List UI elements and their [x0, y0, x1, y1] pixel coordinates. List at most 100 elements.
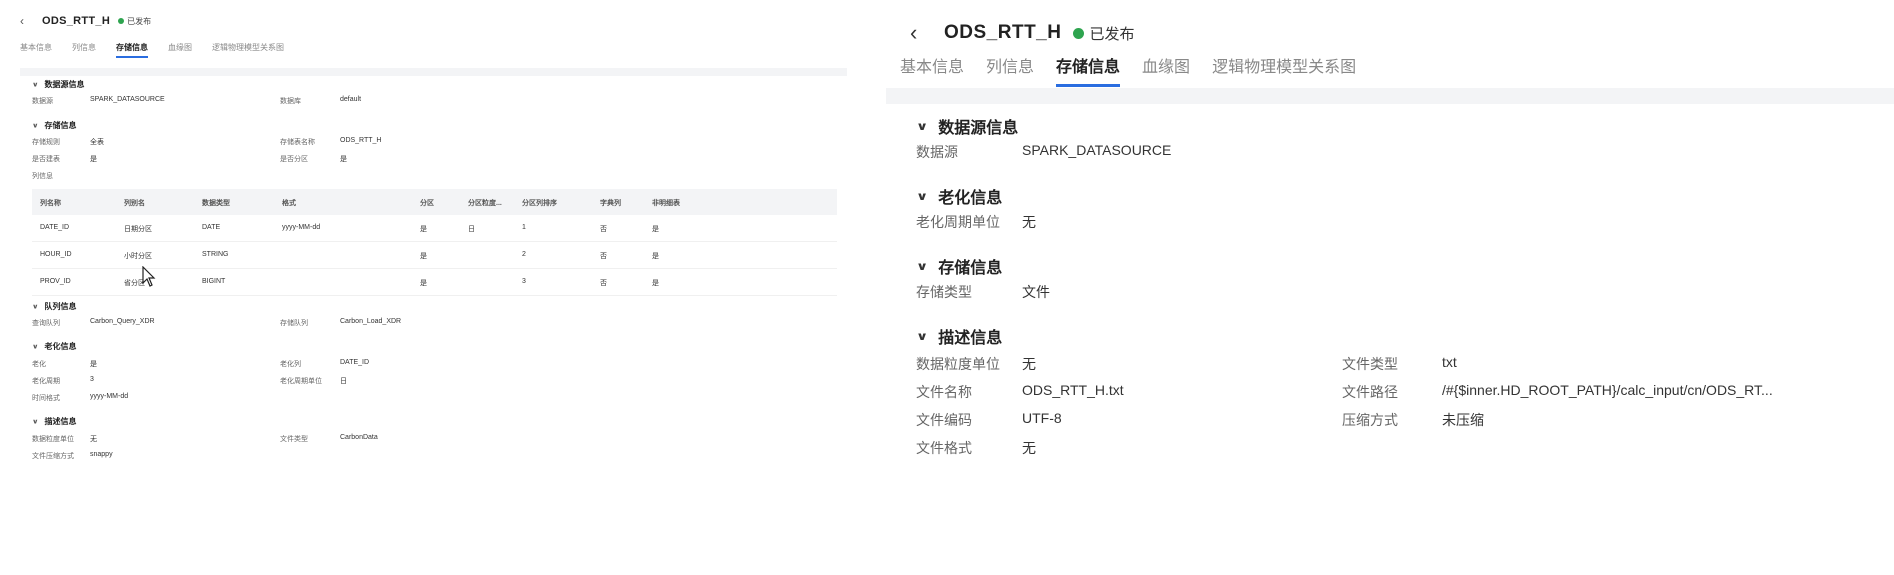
status-badge: 已发布	[127, 16, 152, 26]
file-path-value: /#{$inner.HD_ROOT_PATH}/calc_input/cn/OD…	[1442, 382, 1773, 398]
section-toggle-description[interactable]: ∨ 描述信息	[32, 416, 77, 427]
table-row[interactable]: DATE_ID 日期分区 DATE yyyy-MM-dd 是 日 1 否 是	[32, 215, 837, 242]
section-toggle-datasource[interactable]: ∨ 数据源信息	[916, 114, 1018, 138]
table-cell: 是	[652, 280, 659, 287]
section-toggle-storage[interactable]: ∨ 存储信息	[32, 120, 77, 131]
page-header: ‹ ODS_RTT_H 已发布	[20, 14, 151, 28]
tab-lineage[interactable]: 血缘图	[1142, 53, 1190, 77]
tab-storage-info[interactable]: 存储信息	[116, 42, 148, 58]
back-chevron-icon[interactable]: ‹	[20, 14, 34, 28]
chevron-down-icon: ∨	[916, 330, 929, 343]
page-header: ‹ ODS_RTT_H 已发布	[910, 20, 1134, 46]
field-label: 文件压缩方式	[32, 453, 74, 460]
section-toggle-description[interactable]: ∨ 描述信息	[916, 324, 1002, 348]
table-cell: 是	[652, 226, 659, 233]
field-label: 文件编码	[916, 412, 972, 428]
field-label: 文件类型	[1342, 356, 1398, 372]
tab-lineage[interactable]: 血缘图	[168, 42, 192, 53]
section-title: 数据源信息	[938, 120, 1019, 137]
tab-basic-info[interactable]: 基本信息	[900, 53, 964, 77]
section-toggle-datasource[interactable]: ∨ 数据源信息	[32, 79, 85, 90]
field-value: ODS_RTT_H.txt	[1022, 382, 1124, 398]
table-cell: yyyy-MM-dd	[282, 224, 321, 231]
column-header: 分区粒度...	[468, 200, 502, 207]
field-value: yyyy-MM-dd	[90, 393, 129, 400]
table-cell: 是	[420, 253, 427, 260]
tab-basic-info[interactable]: 基本信息	[20, 42, 52, 53]
field-label: 文件路径	[1342, 384, 1398, 400]
field-value: 是	[90, 156, 97, 163]
field-label: 数据粒度单位	[32, 436, 74, 443]
section-toggle-aging[interactable]: ∨ 老化信息	[916, 184, 1002, 208]
table-cell: DATE	[202, 224, 221, 231]
section-title: 存储信息	[938, 260, 1003, 277]
field-label: 老化周期	[32, 378, 60, 385]
field-label: 老化周期单位	[280, 378, 322, 385]
field-value: CarbonData	[340, 434, 378, 441]
section-title: 描述信息	[44, 417, 77, 426]
field-label: 列信息	[32, 173, 53, 180]
table-cell: 否	[600, 280, 607, 287]
field-value: DATE_ID	[340, 359, 370, 366]
table-cell: 是	[652, 253, 659, 260]
section-toggle-storage[interactable]: ∨ 存储信息	[916, 254, 1002, 278]
table-cell: 3	[522, 278, 526, 285]
column-header: 分区	[420, 200, 434, 207]
field-label: 数据库	[280, 98, 301, 105]
section-title: 老化信息	[938, 190, 1003, 207]
section-toggle-queue[interactable]: ∨ 队列信息	[32, 301, 77, 312]
field-label: 查询队列	[32, 320, 60, 327]
status-dot-icon	[1073, 27, 1085, 39]
field-label: 文件类型	[280, 436, 308, 443]
table-cell: 日	[468, 226, 475, 233]
tab-model-relation[interactable]: 逻辑物理模型关系图	[1212, 53, 1356, 77]
field-value: snappy	[90, 451, 113, 458]
chevron-down-icon: ∨	[916, 120, 929, 133]
section-title: 数据源信息	[44, 80, 85, 89]
storage-content: ∨ 数据源信息 数据源 SPARK_DATASOURCE 数据库 default…	[20, 68, 847, 573]
field-label: 存储表名称	[280, 139, 315, 146]
back-chevron-icon[interactable]: ‹	[910, 20, 930, 46]
field-value: 是	[340, 156, 347, 163]
field-value: UTF-8	[1022, 410, 1062, 426]
section-toggle-aging[interactable]: ∨ 老化信息	[32, 341, 77, 352]
table-cell: HOUR_ID	[40, 251, 72, 258]
column-header: 格式	[282, 200, 296, 207]
chevron-down-icon: ∨	[32, 417, 39, 426]
field-value: Carbon_Load_XDR	[340, 318, 402, 325]
page-title: ODS_RTT_H	[42, 15, 111, 27]
field-value: 3	[90, 376, 94, 383]
tab-column-info[interactable]: 列信息	[72, 42, 96, 53]
tab-model-relation[interactable]: 逻辑物理模型关系图	[212, 42, 284, 53]
field-value: 全表	[90, 139, 104, 146]
chevron-down-icon: ∨	[916, 190, 929, 203]
field-value: Carbon_Query_XDR	[90, 318, 155, 325]
section-title: 老化信息	[44, 342, 77, 351]
right-detail-panel: ‹ ODS_RTT_H 已发布 基本信息 列信息 存储信息 血缘图 逻辑物理模型…	[880, 0, 1894, 575]
status-badge: 已发布	[1089, 25, 1135, 43]
field-label: 文件格式	[916, 440, 972, 456]
field-label: 时间格式	[32, 395, 60, 402]
field-label: 存储队列	[280, 320, 308, 327]
table-header: 列名称 列别名 数据类型 格式 分区 分区粒度... 分区列排序 字典列 非明细…	[32, 189, 837, 215]
table-cell: DATE_ID	[40, 224, 70, 231]
tab-bar: 基本信息 列信息 存储信息 血缘图 逻辑物理模型关系图	[900, 53, 1356, 87]
column-header: 数据类型	[202, 200, 230, 207]
chevron-down-icon: ∨	[32, 302, 39, 311]
field-value: 无	[1022, 356, 1036, 372]
tab-column-info[interactable]: 列信息	[986, 53, 1034, 77]
chevron-down-icon: ∨	[32, 121, 39, 130]
field-value: 日	[340, 378, 347, 385]
table-row[interactable]: HOUR_ID 小时分区 STRING 是 2 否 是	[32, 242, 837, 269]
table-cell: PROV_ID	[40, 278, 71, 285]
section-title: 队列信息	[44, 302, 77, 311]
field-value: 无	[90, 436, 97, 443]
column-header: 字典列	[600, 200, 621, 207]
field-label: 老化列	[280, 361, 301, 368]
tab-storage-info[interactable]: 存储信息	[1056, 53, 1121, 87]
field-value: 未压缩	[1442, 412, 1484, 428]
table-cell: STRING	[202, 251, 229, 258]
chevron-down-icon: ∨	[32, 80, 39, 89]
status-dot-icon	[118, 18, 125, 24]
column-header: 分区列排序	[522, 200, 557, 207]
